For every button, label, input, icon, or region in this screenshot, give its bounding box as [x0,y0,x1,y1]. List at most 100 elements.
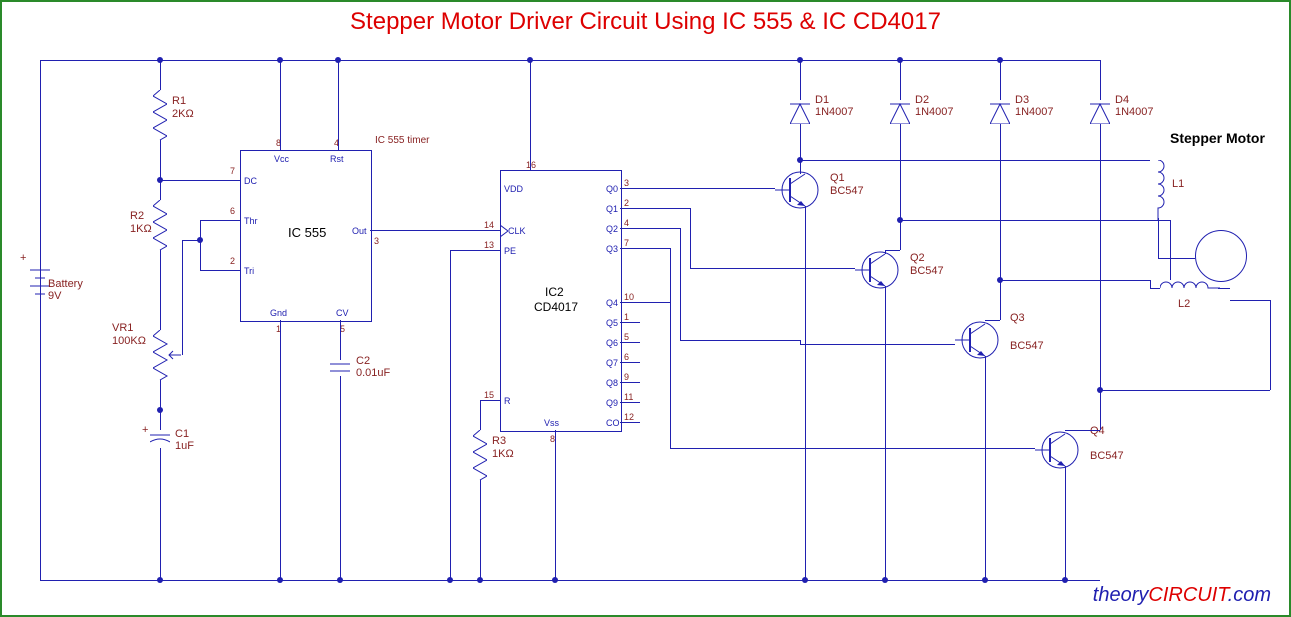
resistor-r2 [153,200,167,255]
p: Rst [330,154,344,164]
q2-ref: Q2 [910,252,925,264]
wire [940,448,1035,449]
pn: 6 [230,206,235,216]
wire [620,342,640,343]
pn: 13 [484,240,494,250]
pn: 2 [624,198,629,208]
wire [1100,124,1101,424]
wire [640,208,690,209]
wire [1150,288,1160,289]
p: Q9 [606,398,618,408]
wire [680,228,681,340]
pn: 6 [624,352,629,362]
node [157,57,163,63]
r3-ref: R3 [492,435,506,447]
node [882,577,888,583]
d4-val: 1N4007 [1115,106,1154,118]
wire [1170,220,1171,280]
r1-ref: R1 [172,95,186,107]
wire [1230,300,1270,301]
pn: 9 [624,372,629,382]
wire [620,302,640,303]
q4-val: BC547 [1090,450,1124,462]
node [277,57,283,63]
wire [200,220,240,221]
bjt-q1 [775,170,825,215]
pn: 7 [230,166,235,176]
node [335,57,341,63]
battery-symbol [30,260,50,305]
c2-ref: C2 [356,355,370,367]
p: Q5 [606,318,618,328]
p: VDD [504,184,523,194]
l1-ref: L1 [1172,178,1184,190]
pn: 5 [624,332,629,342]
node [337,577,343,583]
wire [670,248,671,448]
p: Vcc [274,154,289,164]
pn: 1 [624,312,629,322]
schematic-canvas: Stepper Motor Driver Circuit Using IC 55… [0,0,1291,617]
wire [1218,288,1230,289]
logo: theoryCIRCUIT.com [1093,584,1271,607]
ic4017-part: CD4017 [534,300,578,314]
node [477,577,483,583]
wire [160,60,161,90]
d3-ref: D3 [1015,94,1029,106]
wire [1000,60,1001,100]
title: Stepper Motor Driver Circuit Using IC 55… [0,8,1291,36]
resistor-r1 [153,90,167,145]
p: CV [336,308,349,318]
p: CLK [508,226,526,236]
wire [800,124,801,170]
node [197,237,203,243]
d3-val: 1N4007 [1015,106,1054,118]
wire [40,300,41,580]
wire [800,344,880,345]
wire [160,270,161,330]
wire [1065,466,1066,580]
p: Q3 [606,244,618,254]
wire [640,302,670,303]
wire [182,240,183,355]
wire [620,402,640,403]
node [157,577,163,583]
wire [780,268,855,269]
bjt-q4 [1035,430,1085,475]
r2-val: 1KΩ [130,223,152,235]
wire [200,220,201,270]
node [277,577,283,583]
wire [800,160,1150,161]
node [1062,577,1068,583]
p: DC [244,176,257,186]
pn: 12 [624,412,634,422]
battery-val: 9V [48,290,61,302]
wire [160,250,161,270]
d2-val: 1N4007 [915,106,954,118]
wire [1000,280,1150,281]
p: CO [606,418,620,428]
c2-val: 0.01uF [356,367,390,379]
wire [340,320,341,360]
q4-ref: Q4 [1090,425,1105,437]
pn: 3 [374,236,379,246]
wire [40,60,1100,61]
p: Vss [544,418,559,428]
wire [160,180,240,181]
resistor-r3 [473,430,487,485]
d2-ref: D2 [915,94,929,106]
pn: 4 [624,218,629,228]
p: Out [352,226,367,236]
r2-ref: R2 [130,210,144,222]
p: Q6 [606,338,618,348]
wire [800,60,801,100]
wire [620,188,640,189]
q1-ref: Q1 [830,172,845,184]
wire [640,228,680,229]
motor-icon [1195,230,1247,282]
d1-val: 1N4007 [815,106,854,118]
pn: 3 [624,178,629,188]
wire [1065,430,1100,431]
wire [480,400,481,430]
wire [480,400,500,401]
